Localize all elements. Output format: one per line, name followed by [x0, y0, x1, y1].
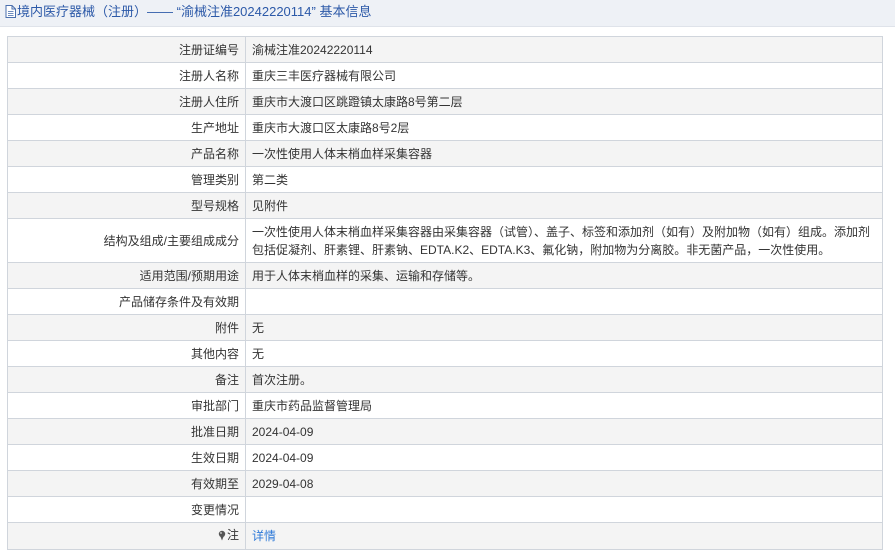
row-label: 产品储存条件及有效期	[7, 288, 246, 315]
table-row: 附件 无	[7, 314, 883, 341]
row-value: 重庆市大渡口区太康路8号2层	[245, 114, 883, 141]
row-label: 产品名称	[7, 140, 246, 167]
detail-table: 注册证编号 渝械注准20242220114 注册人名称 重庆三丰医疗器械有限公司…	[7, 36, 883, 550]
row-value: 重庆市药品监督管理局	[245, 392, 883, 419]
table-row: 产品名称 一次性使用人体末梢血样采集容器	[7, 140, 883, 167]
row-label: 批准日期	[7, 418, 246, 445]
table-row: 生产地址 重庆市大渡口区太康路8号2层	[7, 114, 883, 141]
table-row: 注册证编号 渝械注准20242220114	[7, 36, 883, 63]
row-value	[245, 496, 883, 523]
row-value: 无	[245, 340, 883, 367]
row-value: 重庆市大渡口区跳蹬镇太康路8号第二层	[245, 88, 883, 115]
row-value: 渝械注准20242220114	[245, 36, 883, 63]
row-value: 见附件	[245, 192, 883, 219]
row-label: 结构及组成/主要组成成分	[7, 218, 246, 263]
row-label: 变更情况	[7, 496, 246, 523]
table-row: 批准日期 2024-04-09	[7, 418, 883, 445]
row-label: 生产地址	[7, 114, 246, 141]
table-row: 产品储存条件及有效期	[7, 288, 883, 315]
row-label: 注册证编号	[7, 36, 246, 63]
row-value: 一次性使用人体末梢血样采集容器由采集容器（试管）、盖子、标签和添加剂（如有）及附…	[245, 218, 883, 263]
table-row: 结构及组成/主要组成成分 一次性使用人体末梢血样采集容器由采集容器（试管）、盖子…	[7, 218, 883, 263]
row-label: 审批部门	[7, 392, 246, 419]
note-row: 注 详情	[7, 522, 883, 550]
note-label: 注	[226, 528, 239, 542]
page-title: 境内医疗器械（注册）—— “渝械注准20242220114” 基本信息	[17, 4, 372, 19]
row-label: 其他内容	[7, 340, 246, 367]
note-value-cell: 详情	[245, 522, 883, 550]
row-label: 有效期至	[7, 470, 246, 497]
row-label: 适用范围/预期用途	[7, 262, 246, 289]
document-icon	[5, 2, 16, 26]
table-row: 其他内容 无	[7, 340, 883, 367]
table-row: 型号规格 见附件	[7, 192, 883, 219]
row-label: 生效日期	[7, 444, 246, 471]
table-row: 管理类别 第二类	[7, 166, 883, 193]
row-value: 第二类	[245, 166, 883, 193]
row-label: 型号规格	[7, 192, 246, 219]
table-row: 注册人名称 重庆三丰医疗器械有限公司	[7, 62, 883, 89]
row-label: 注册人住所	[7, 88, 246, 115]
row-value: 用于人体末梢血样的采集、运输和存储等。	[245, 262, 883, 289]
row-value	[245, 288, 883, 315]
pin-icon	[218, 528, 226, 546]
row-value: 重庆三丰医疗器械有限公司	[245, 62, 883, 89]
row-value: 无	[245, 314, 883, 341]
table-row: 生效日期 2024-04-09	[7, 444, 883, 471]
row-value: 一次性使用人体末梢血样采集容器	[245, 140, 883, 167]
row-value: 2029-04-08	[245, 470, 883, 497]
table-row: 注册人住所 重庆市大渡口区跳蹬镇太康路8号第二层	[7, 88, 883, 115]
table-row: 审批部门 重庆市药品监督管理局	[7, 392, 883, 419]
table-row: 备注 首次注册。	[7, 366, 883, 393]
detail-link[interactable]: 详情	[252, 529, 276, 543]
note-label-cell: 注	[7, 522, 246, 550]
row-value: 首次注册。	[245, 366, 883, 393]
row-label: 管理类别	[7, 166, 246, 193]
row-value: 2024-04-09	[245, 418, 883, 445]
row-value: 2024-04-09	[245, 444, 883, 471]
row-label: 附件	[7, 314, 246, 341]
row-label: 注册人名称	[7, 62, 246, 89]
page-header: 境内医疗器械（注册）—— “渝械注准20242220114” 基本信息	[0, 0, 895, 27]
table-row: 适用范围/预期用途 用于人体末梢血样的采集、运输和存储等。	[7, 262, 883, 289]
table-row: 有效期至 2029-04-08	[7, 470, 883, 497]
table-row: 变更情况	[7, 496, 883, 523]
row-label: 备注	[7, 366, 246, 393]
